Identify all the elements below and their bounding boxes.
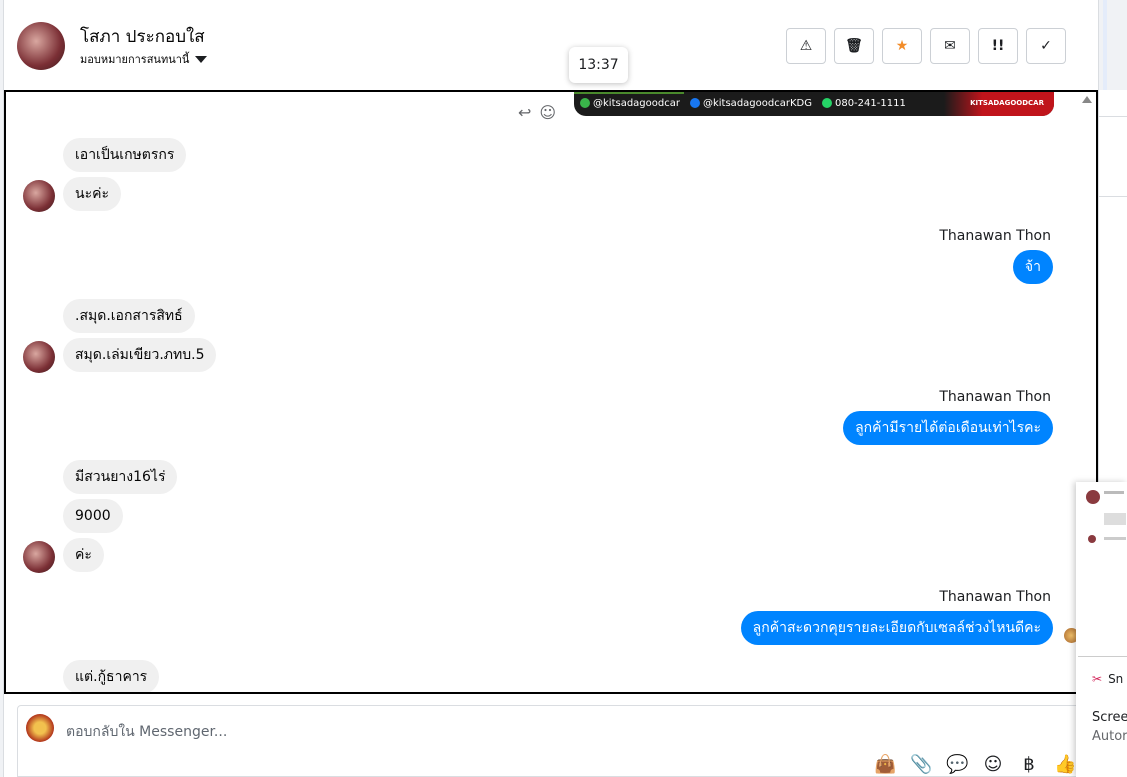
- incoming-message[interactable]: 9000: [63, 499, 123, 533]
- sender-name: Thanawan Thon: [939, 228, 1051, 244]
- snipping-tool-label: ✂ Sn: [1092, 672, 1123, 686]
- check-icon: ✓: [1040, 38, 1052, 54]
- incoming-message[interactable]: ค่ะ: [63, 538, 104, 572]
- right-panel-divider: [1099, 116, 1127, 117]
- incoming-message[interactable]: นะค่ะ: [63, 177, 121, 211]
- star-button[interactable]: ★: [882, 28, 922, 64]
- contact-avatar-small: [23, 180, 55, 212]
- scroll-up-arrow[interactable]: [1082, 96, 1092, 103]
- outgoing-message[interactable]: ลูกค้าสะดวกคุยรายละเอียดกับเซลล์ช่วงไหนด…: [740, 611, 1053, 645]
- image-attachment[interactable]: @kitsadagoodcar @kitsadagoodcarKDG 080-2…: [574, 92, 1054, 116]
- contact-avatar[interactable]: [17, 22, 65, 70]
- contact-avatar-small: [23, 341, 55, 373]
- contact-name[interactable]: โสภา ประกอบใส: [80, 23, 205, 50]
- messenger-inbox: โสภา ประกอบใส มอบหมายการสนทนานี้ ⚠ 🗑 ★ ✉…: [0, 0, 1127, 777]
- thumbs-up-icon[interactable]: 👍: [1054, 754, 1076, 775]
- star-icon: ★: [895, 38, 909, 54]
- incoming-message[interactable]: มีสวนยาง16ไร่: [63, 460, 178, 494]
- thumb-avatar: [1086, 490, 1100, 504]
- contact-avatar-small: [23, 541, 55, 573]
- report-button[interactable]: ⚠: [786, 28, 826, 64]
- assign-label: มอบหมายการสนทนานี้: [80, 53, 190, 66]
- incoming-message[interactable]: .สมุด.เอกสารสิทธ์: [63, 299, 195, 333]
- conversation-header: โสภา ประกอบใส มอบหมายการสนทนานี้ ⚠ 🗑 ★ ✉…: [4, 0, 1098, 90]
- notification-title: Scree: [1092, 710, 1127, 725]
- snip-label-text: Sn: [1108, 672, 1124, 686]
- screenshot-notification[interactable]: ✂ Sn Scree Autor: [1076, 482, 1127, 777]
- banner-brand: KITSADAGOODCAR: [970, 99, 1044, 107]
- banner-line-id: @kitsadagoodcar: [593, 98, 680, 109]
- composer-toolbar: 👜 📎 💬 ☺ ฿ 👍: [874, 754, 1076, 775]
- whatsapp-icon: [821, 98, 832, 108]
- emoji-reaction-icon[interactable]: ☺: [539, 103, 556, 122]
- reply-composer: ตอบกลับใน Messenger... 👜 📎 💬 ☺ ฿ 👍: [17, 705, 1087, 777]
- chevron-down-icon: [195, 55, 208, 63]
- assign-conversation-dropdown[interactable]: มอบหมายการสนทนานี้: [80, 50, 208, 68]
- line-icon: [580, 98, 590, 108]
- sender-name: Thanawan Thon: [939, 389, 1051, 405]
- screenshot-thumbnail[interactable]: [1078, 482, 1127, 657]
- message-thread[interactable]: @kitsadagoodcar @kitsadagoodcarKDG 080-2…: [4, 90, 1098, 694]
- emoji-icon[interactable]: ☺: [982, 754, 1004, 775]
- thumb-avatar: [1088, 535, 1096, 543]
- thumb-line: [1104, 491, 1124, 494]
- right-panel-pane: [1099, 90, 1127, 490]
- thumb-line: [1104, 513, 1126, 525]
- banner-contacts: @kitsadagoodcar @kitsadagoodcarKDG 080-2…: [580, 98, 906, 109]
- incoming-message[interactable]: แต่.กู้ธาคาร: [63, 660, 160, 692]
- paperclip-icon[interactable]: 📎: [910, 754, 932, 775]
- trash-icon: 🗑: [845, 38, 863, 54]
- incoming-message[interactable]: สมุด.เล่มเขียว.ภทบ.5: [63, 338, 217, 372]
- scissors-icon: ✂: [1092, 672, 1103, 686]
- reply-icon[interactable]: ↩: [518, 103, 531, 122]
- incoming-message[interactable]: เอาเป็นเกษตรกร: [63, 138, 187, 172]
- mark-done-button[interactable]: ✓: [1026, 28, 1066, 64]
- sender-name: Thanawan Thon: [939, 589, 1051, 605]
- message-actions: ↩ ☺: [518, 103, 556, 122]
- mark-unread-button[interactable]: ✉: [930, 28, 970, 64]
- reply-input[interactable]: ตอบกลับใน Messenger...: [66, 721, 227, 743]
- outgoing-message[interactable]: จ้า: [1012, 250, 1053, 284]
- conversation-toolbar: ⚠ 🗑 ★ ✉ !! ✓: [786, 28, 1066, 64]
- delete-button[interactable]: 🗑: [834, 28, 874, 64]
- thumb-line: [1104, 537, 1126, 540]
- envelope-open-icon: ✉: [944, 38, 956, 54]
- banner-phone: 080-241-1111: [834, 98, 906, 109]
- exclamation-icon: !!: [991, 38, 1005, 54]
- follow-up-button[interactable]: !!: [978, 28, 1018, 64]
- right-panel-divider: [1099, 196, 1127, 197]
- facebook-icon: [689, 98, 700, 108]
- banner-stripe: [574, 92, 684, 94]
- warning-icon: ⚠: [799, 38, 813, 54]
- notification-subtitle: Autor: [1092, 729, 1127, 744]
- timestamp-tooltip: 13:37: [569, 47, 628, 83]
- shopping-bag-icon[interactable]: 👜: [874, 754, 896, 775]
- saved-reply-icon[interactable]: 💬: [946, 754, 968, 775]
- right-panel-accent: [1103, 0, 1107, 90]
- outgoing-message[interactable]: ลูกค้ามีรายได้ต่อเดือนเท่าไรคะ: [843, 411, 1053, 445]
- page-avatar: [26, 714, 54, 742]
- currency-icon[interactable]: ฿: [1018, 754, 1040, 775]
- banner-facebook: @kitsadagoodcarKDG: [702, 98, 812, 109]
